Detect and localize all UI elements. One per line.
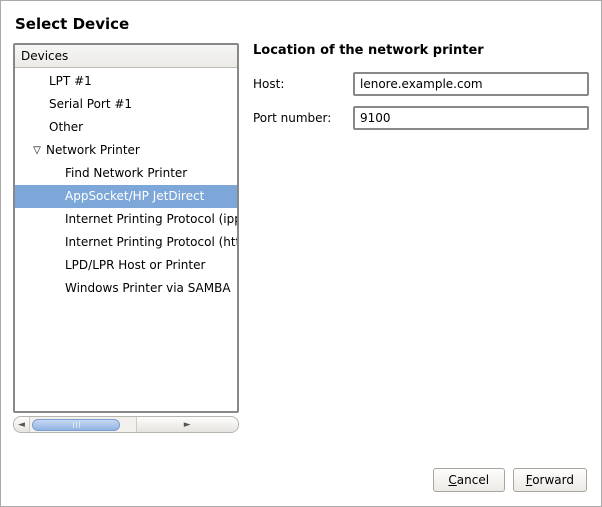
- scroll-track[interactable]: [30, 417, 136, 432]
- left-panel: Devices LPT #1 Serial Port #1 Other ▽ Ne…: [13, 43, 239, 433]
- btn-post: orward: [532, 473, 574, 487]
- cancel-button[interactable]: Cancel: [433, 468, 505, 492]
- scroll-left-arrow-icon[interactable]: ◄: [14, 417, 30, 432]
- port-label: Port number:: [253, 111, 345, 125]
- devices-list: Devices LPT #1 Serial Port #1 Other ▽ Ne…: [13, 43, 239, 413]
- button-bar: Cancel Forward: [433, 468, 587, 492]
- scroll-thumb[interactable]: [32, 419, 120, 431]
- dialog-title: Select Device: [15, 15, 589, 33]
- device-item-serial1[interactable]: Serial Port #1: [15, 93, 237, 116]
- dialog-content: Devices LPT #1 Serial Port #1 Other ▽ Ne…: [13, 43, 589, 433]
- scroll-right-arrow-icon[interactable]: ►: [136, 417, 239, 432]
- device-item-other[interactable]: Other: [15, 116, 237, 139]
- btn-mn: C: [448, 473, 456, 487]
- btn-post: ancel: [457, 473, 489, 487]
- device-item-lpd[interactable]: LPD/LPR Host or Printer: [15, 254, 237, 277]
- port-input[interactable]: [353, 106, 589, 130]
- forward-button[interactable]: Forward: [513, 468, 587, 492]
- section-label: Location of the network printer: [253, 43, 589, 58]
- devices-tree: LPT #1 Serial Port #1 Other ▽ Network Pr…: [15, 68, 237, 302]
- select-device-dialog: Select Device Devices LPT #1 Serial Port…: [0, 0, 602, 507]
- devices-header[interactable]: Devices: [15, 45, 237, 68]
- chevron-down-icon[interactable]: ▽: [31, 145, 43, 157]
- host-label: Host:: [253, 77, 345, 91]
- right-panel: Location of the network printer Host: Po…: [253, 43, 589, 433]
- device-item-ipp[interactable]: Internet Printing Protocol (ipp): [15, 208, 237, 231]
- host-input[interactable]: [353, 72, 589, 96]
- device-item-lpt1[interactable]: LPT #1: [15, 70, 237, 93]
- device-item-label: Network Printer: [46, 142, 140, 159]
- device-item-http[interactable]: Internet Printing Protocol (https): [15, 231, 237, 254]
- host-row: Host:: [253, 72, 589, 96]
- device-item-network-printer[interactable]: ▽ Network Printer: [15, 139, 237, 162]
- horizontal-scrollbar[interactable]: ◄ ►: [13, 416, 239, 433]
- device-item-appsocket[interactable]: AppSocket/HP JetDirect: [15, 185, 237, 208]
- device-item-find-network-printer[interactable]: Find Network Printer: [15, 162, 237, 185]
- device-item-samba[interactable]: Windows Printer via SAMBA: [15, 277, 237, 300]
- port-row: Port number:: [253, 106, 589, 130]
